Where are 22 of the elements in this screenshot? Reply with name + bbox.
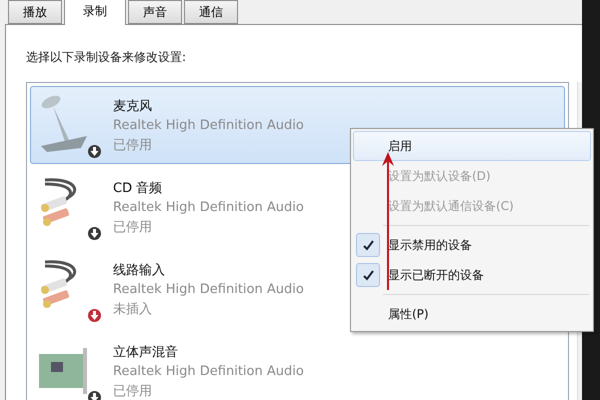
menu-item[interactable]: 显示禁用的设备 xyxy=(353,230,591,260)
device-driver: Realtek High Definition Audio xyxy=(113,282,304,296)
menu-item[interactable]: 属性(P) xyxy=(353,299,591,329)
device-driver: Realtek High Definition Audio xyxy=(113,364,304,378)
device-driver: Realtek High Definition Audio xyxy=(113,118,304,132)
tab[interactable]: 录制 xyxy=(64,0,126,25)
device-name: 立体声混音 xyxy=(113,344,179,360)
device-name: 麦克风 xyxy=(113,98,153,114)
device-name: 线路输入 xyxy=(113,262,166,278)
tab[interactable]: 声音 xyxy=(128,0,182,24)
menu-item[interactable]: 启用 xyxy=(353,131,591,161)
device-driver: Realtek High Definition Audio xyxy=(113,200,304,214)
device-status: 已停用 xyxy=(113,218,153,236)
device-status: 未插入 xyxy=(113,300,153,318)
tab[interactable]: 通信 xyxy=(184,0,238,24)
menu-item[interactable]: 显示已断开的设备 xyxy=(353,260,591,290)
device-status: 已停用 xyxy=(113,382,153,400)
tab[interactable]: 播放 xyxy=(8,0,62,24)
instruction-text: 选择以下录制设备来修改设置: xyxy=(26,49,188,66)
device-status: 已停用 xyxy=(113,136,153,154)
device-name: CD 音频 xyxy=(113,180,164,196)
device-item[interactable]: 立体声混音 Realtek High Definition Audio 已停用 xyxy=(30,332,565,400)
